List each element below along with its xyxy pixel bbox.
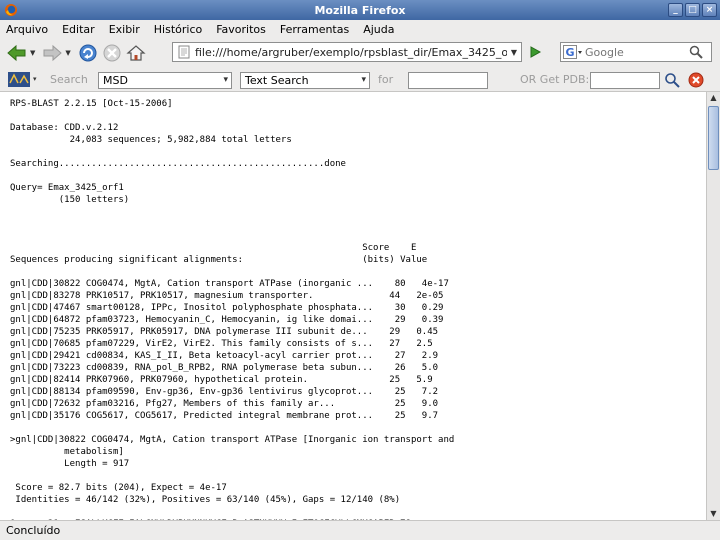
menu-arquivo[interactable]: Arquivo (6, 23, 48, 36)
status-text: Concluído (6, 524, 61, 537)
navigation-toolbar: ▼ ▼ file:///home/argruber/exemplo/rpsbla… (0, 38, 720, 68)
maximize-icon[interactable]: □ (685, 3, 700, 17)
close-toolbar-icon[interactable] (688, 72, 704, 88)
page-icon (178, 45, 190, 59)
scroll-up-icon[interactable]: ▲ (707, 92, 720, 104)
go-icon[interactable] (528, 45, 542, 59)
vertical-scrollbar[interactable]: ▲ ▼ (706, 92, 720, 520)
for-label: for (378, 73, 394, 86)
web-search-input[interactable] (585, 45, 687, 59)
window-title: Mozilla Firefox (314, 3, 406, 17)
url-bar[interactable]: file:///home/argruber/exemplo/rpsblast_d… (172, 42, 522, 62)
search-icon[interactable] (664, 72, 680, 88)
page-content: RPS-BLAST 2.2.15 [Oct-15-2006] Database:… (0, 92, 706, 520)
menu-favoritos[interactable]: Favoritos (216, 23, 266, 36)
back-arrow-icon (7, 44, 26, 62)
scrollbar-thumb[interactable] (708, 106, 719, 170)
ncbi-search-toolbar: ▾ Search MSD Text Search for OR Get PDB: (0, 68, 720, 92)
menu-ajuda[interactable]: Ajuda (363, 23, 394, 36)
menu-editar[interactable]: Editar (62, 23, 95, 36)
search-label: Search (50, 73, 88, 86)
forward-arrow-icon (43, 44, 63, 62)
forward-history-dropdown-icon[interactable]: ▼ (65, 49, 70, 57)
search-button[interactable] (687, 45, 705, 59)
pdb-id-field[interactable] (590, 72, 660, 89)
google-icon: G (563, 45, 582, 59)
minimize-icon[interactable]: _ (668, 3, 683, 17)
url-text[interactable]: file:///home/argruber/exemplo/rpsblast_d… (195, 46, 507, 59)
svg-text:G: G (566, 46, 575, 59)
menu-ferramentas[interactable]: Ferramentas (280, 23, 349, 36)
back-history-dropdown-icon[interactable]: ▼ (30, 49, 35, 57)
menu-historico[interactable]: Histórico (154, 23, 202, 36)
stop-icon (103, 44, 121, 62)
search-engine-selector[interactable]: G (561, 45, 585, 59)
database-select[interactable]: MSD (98, 72, 232, 89)
ncbi-logo-icon (8, 72, 30, 87)
blast-output-text: RPS-BLAST 2.2.15 [Oct-15-2006] Database:… (10, 99, 455, 520)
home-button[interactable] (125, 42, 147, 64)
back-button[interactable] (6, 42, 28, 64)
firefox-icon (5, 4, 17, 16)
stop-button[interactable] (101, 42, 123, 64)
status-bar: Concluído (0, 520, 720, 540)
search-term-field[interactable] (408, 72, 488, 89)
search-icon (689, 45, 703, 59)
search-type-select[interactable]: Text Search (240, 72, 370, 89)
web-search-box[interactable]: G (560, 42, 712, 62)
close-icon[interactable]: × (702, 3, 717, 17)
scroll-down-icon[interactable]: ▼ (707, 508, 720, 520)
url-dropdown-icon[interactable]: ▼ (507, 48, 521, 57)
pdb-label: OR Get PDB: (520, 73, 590, 86)
forward-button[interactable] (41, 42, 63, 64)
reload-button[interactable] (77, 42, 99, 64)
reload-icon (79, 44, 97, 62)
ncbi-logo-dropdown-icon[interactable]: ▾ (33, 75, 37, 83)
home-icon (126, 45, 146, 61)
window-controls: _ □ × (668, 3, 717, 17)
menu-bar: Arquivo Editar Exibir Histórico Favorito… (0, 20, 720, 38)
window-titlebar: Mozilla Firefox _ □ × (0, 0, 720, 20)
menu-exibir[interactable]: Exibir (109, 23, 140, 36)
